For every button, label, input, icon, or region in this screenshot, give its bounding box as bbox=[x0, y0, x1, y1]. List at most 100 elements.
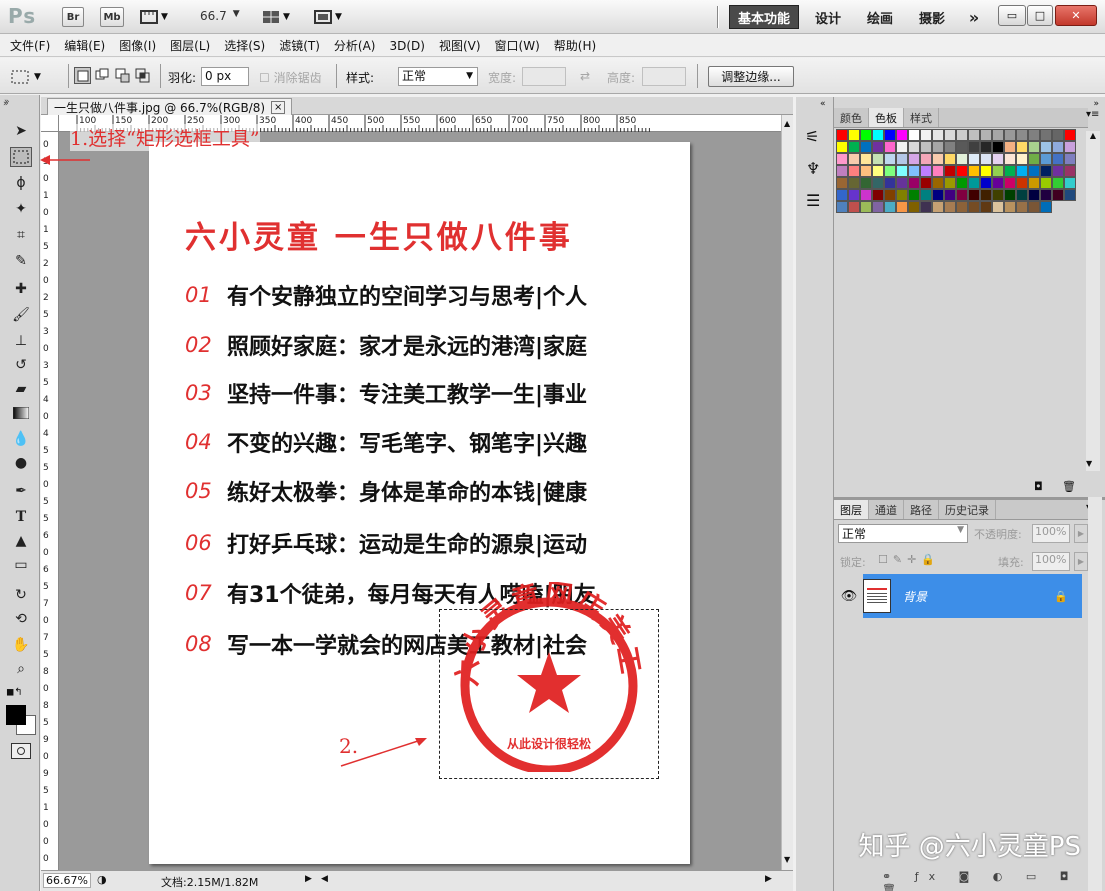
panel-expand-icon[interactable]: » bbox=[3, 99, 9, 109]
color-swatch[interactable] bbox=[1004, 153, 1016, 165]
color-swatch[interactable] bbox=[1004, 201, 1016, 213]
color-swatch[interactable] bbox=[896, 177, 908, 189]
color-swatch[interactable] bbox=[968, 165, 980, 177]
document-tab[interactable]: 一生只做八件事.jpg @ 66.7%(RGB/8) × bbox=[47, 98, 293, 115]
color-swatch[interactable] bbox=[896, 201, 908, 213]
new-selection-icon[interactable] bbox=[74, 67, 91, 84]
color-swatch[interactable] bbox=[1040, 201, 1052, 213]
menu-3d[interactable]: 3D(D) bbox=[389, 39, 424, 53]
menu-edit[interactable]: 编辑(E) bbox=[64, 37, 105, 54]
color-swatch[interactable] bbox=[944, 129, 956, 141]
color-swatch[interactable] bbox=[944, 165, 956, 177]
color-swatch[interactable] bbox=[908, 153, 920, 165]
color-swatch[interactable] bbox=[956, 141, 968, 153]
color-swatch[interactable] bbox=[1040, 165, 1052, 177]
color-swatch[interactable] bbox=[1028, 153, 1040, 165]
color-swatch[interactable] bbox=[1028, 129, 1040, 141]
color-swatch[interactable] bbox=[1004, 129, 1016, 141]
color-swatch[interactable] bbox=[932, 177, 944, 189]
fill-input[interactable]: 100% bbox=[1032, 552, 1070, 571]
color-swatch[interactable] bbox=[884, 177, 896, 189]
color-swatch[interactable] bbox=[908, 165, 920, 177]
color-swatch[interactable] bbox=[1064, 189, 1076, 201]
color-swatch[interactable] bbox=[1016, 165, 1028, 177]
color-swatch[interactable] bbox=[836, 153, 848, 165]
color-swatch[interactable] bbox=[1028, 165, 1040, 177]
color-swatch[interactable] bbox=[968, 129, 980, 141]
history-brush-tool-icon[interactable]: ↺ bbox=[10, 355, 32, 375]
color-swatch[interactable] bbox=[860, 141, 872, 153]
color-swatch[interactable] bbox=[992, 141, 1004, 153]
width-input[interactable] bbox=[522, 67, 566, 86]
new-swatch-icon[interactable]: ◘ bbox=[1034, 480, 1043, 493]
zoom-level-dropdown[interactable]: 66.7 ▼ bbox=[200, 9, 248, 23]
minimize-button[interactable]: ▭ bbox=[998, 5, 1026, 26]
color-swatch[interactable] bbox=[848, 189, 860, 201]
color-swatch[interactable] bbox=[836, 165, 848, 177]
color-swatch[interactable] bbox=[1040, 177, 1052, 189]
minibridge-button[interactable]: Mb bbox=[100, 7, 124, 27]
color-swatch[interactable] bbox=[1016, 153, 1028, 165]
path-selection-tool-icon[interactable]: ▲ bbox=[10, 531, 32, 551]
swatch-scrollbar[interactable]: ▲ bbox=[1086, 131, 1100, 471]
color-swatch[interactable] bbox=[884, 153, 896, 165]
workspace-essentials[interactable]: 基本功能 bbox=[729, 5, 799, 29]
opacity-input[interactable]: 100% bbox=[1032, 524, 1070, 543]
color-swatch[interactable] bbox=[836, 177, 848, 189]
color-swatch[interactable] bbox=[1064, 165, 1076, 177]
color-swatch[interactable] bbox=[836, 201, 848, 213]
scroll-down-icon[interactable]: ▼ bbox=[784, 855, 790, 864]
color-swatch[interactable] bbox=[1004, 141, 1016, 153]
tab-layers[interactable]: 图层 bbox=[834, 500, 869, 519]
maximize-button[interactable]: □ bbox=[1027, 5, 1053, 26]
color-swatch[interactable] bbox=[848, 141, 860, 153]
color-swatch[interactable] bbox=[944, 189, 956, 201]
color-swatch[interactable] bbox=[908, 177, 920, 189]
color-swatch[interactable] bbox=[920, 189, 932, 201]
color-swatch[interactable] bbox=[872, 201, 884, 213]
blend-mode-select[interactable]: 正常 ▼ bbox=[838, 524, 968, 543]
color-swatch[interactable] bbox=[860, 165, 872, 177]
color-swatch[interactable] bbox=[956, 189, 968, 201]
color-swatch[interactable] bbox=[908, 141, 920, 153]
default-colors-icon[interactable]: ◼↰ bbox=[6, 687, 23, 698]
hand-tool-icon[interactable]: ✋ bbox=[10, 635, 32, 655]
color-swatch[interactable] bbox=[992, 177, 1004, 189]
color-swatch[interactable] bbox=[980, 189, 992, 201]
refine-edge-button[interactable]: 调整边缘... bbox=[708, 66, 794, 87]
more-workspaces-button[interactable]: » bbox=[962, 5, 986, 29]
color-swatch[interactable] bbox=[896, 129, 908, 141]
color-swatch[interactable] bbox=[932, 165, 944, 177]
color-swatch[interactable] bbox=[956, 165, 968, 177]
3d-orbit-tool-icon[interactable]: ⟲ bbox=[10, 609, 32, 629]
color-swatch[interactable] bbox=[872, 165, 884, 177]
color-swatch[interactable] bbox=[872, 153, 884, 165]
color-swatch[interactable] bbox=[1052, 177, 1064, 189]
magic-wand-tool-icon[interactable]: ✦ bbox=[10, 199, 32, 219]
color-swatch[interactable] bbox=[992, 201, 1004, 213]
eyedropper-tool-icon[interactable]: ✎ bbox=[10, 251, 32, 271]
color-swatch[interactable] bbox=[1052, 189, 1064, 201]
antialias-checkbox[interactable]: ☐ 消除锯齿 bbox=[259, 69, 322, 86]
color-swatch[interactable] bbox=[920, 153, 932, 165]
fill-slider-button[interactable]: ▶ bbox=[1074, 552, 1088, 571]
adjustments-icon[interactable]: ☰ bbox=[806, 191, 820, 210]
quick-mask-button[interactable] bbox=[11, 743, 31, 759]
color-swatch[interactable] bbox=[992, 129, 1004, 141]
color-swatch[interactable] bbox=[1028, 189, 1040, 201]
tab-styles[interactable]: 样式 bbox=[904, 108, 939, 127]
color-swatch[interactable] bbox=[1052, 129, 1064, 141]
color-swatch[interactable] bbox=[872, 177, 884, 189]
color-swatch[interactable] bbox=[1028, 141, 1040, 153]
lasso-tool-icon[interactable]: ϕ bbox=[10, 173, 32, 193]
move-tool-icon[interactable]: ➤ bbox=[10, 121, 32, 141]
color-swatch[interactable] bbox=[920, 201, 932, 213]
color-swatch[interactable] bbox=[920, 129, 932, 141]
color-swatch[interactable] bbox=[932, 153, 944, 165]
tab-channels[interactable]: 通道 bbox=[869, 500, 904, 519]
dock-collapse-icon[interactable]: « bbox=[820, 99, 826, 109]
color-swatch[interactable] bbox=[968, 201, 980, 213]
color-swatch[interactable] bbox=[992, 153, 1004, 165]
color-swatch[interactable] bbox=[1028, 201, 1040, 213]
scroll-down-icon[interactable]: ▼ bbox=[1086, 459, 1092, 468]
